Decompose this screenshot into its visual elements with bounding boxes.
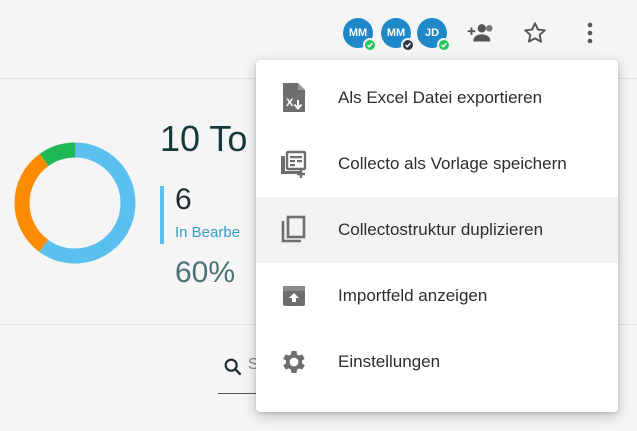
- menu-label: Collectostruktur duplizieren: [338, 220, 544, 239]
- progress-percent: 60%: [175, 256, 236, 289]
- avatar-mm-1[interactable]: MM: [343, 18, 377, 52]
- check-badge-icon: [363, 38, 377, 52]
- menu-item-show-import[interactable]: Importfeld anzeigen: [256, 263, 618, 329]
- svg-text:X: X: [286, 97, 294, 109]
- check-badge-icon: [437, 38, 451, 52]
- add-people-icon[interactable]: [464, 18, 494, 48]
- save-template-icon: [278, 148, 310, 180]
- in-progress-indicator: [160, 186, 164, 244]
- settings-icon: [278, 346, 310, 378]
- avatar-jd[interactable]: JD: [417, 18, 451, 52]
- menu-item-export-excel[interactable]: X Als Excel Datei exportieren: [256, 65, 618, 131]
- menu-item-save-template[interactable]: Collecto als Vorlage speichern: [256, 131, 618, 197]
- more-vert-icon[interactable]: [575, 18, 605, 48]
- duplicate-icon: [278, 214, 310, 246]
- avatar-initials: MM: [386, 27, 406, 39]
- menu-item-duplicate-structure[interactable]: Collectostruktur duplizieren: [256, 197, 618, 263]
- star-icon[interactable]: [520, 18, 550, 48]
- in-progress-label: In Bearbe: [175, 224, 241, 241]
- search-icon: [222, 356, 244, 383]
- check-badge-icon: [401, 38, 415, 52]
- total-count: 10 To: [160, 118, 248, 159]
- menu-item-settings[interactable]: Einstellungen: [256, 329, 618, 395]
- import-icon: [278, 280, 310, 312]
- menu-label: Collecto als Vorlage speichern: [338, 154, 567, 173]
- menu-label: Als Excel Datei exportieren: [338, 88, 543, 107]
- menu-label: Importfeld anzeigen: [338, 286, 488, 305]
- options-menu: X Als Excel Datei exportieren Collecto a…: [256, 60, 618, 412]
- in-progress-count: 6: [175, 183, 192, 216]
- avatar-mm-2[interactable]: MM: [381, 18, 415, 52]
- app-page: MM MM JD 10 To 6 In Bearbe 60% S X Als E…: [0, 0, 637, 431]
- menu-label: Einstellungen: [338, 352, 441, 371]
- avatar-initials: MM: [348, 27, 368, 39]
- avatar-initials: JD: [424, 27, 440, 39]
- status-donut-chart: [14, 142, 136, 264]
- excel-export-icon: X: [278, 82, 310, 114]
